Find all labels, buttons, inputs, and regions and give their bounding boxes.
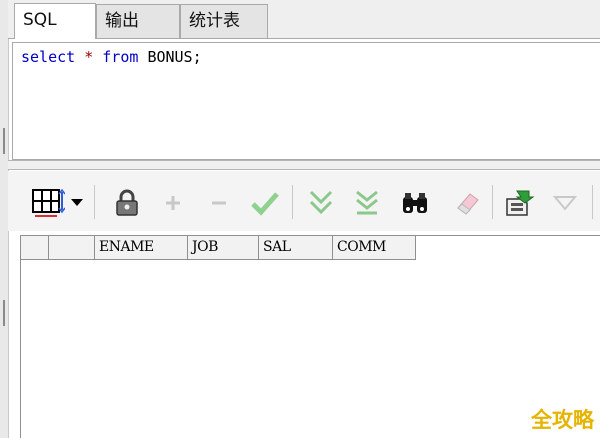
- dropdown-arrow-icon[interactable]: [70, 189, 84, 217]
- sql-editor[interactable]: select * from BONUS;: [12, 42, 600, 160]
- toolbar-separator: [492, 185, 493, 219]
- grid-rownum-column: [49, 236, 95, 260]
- tab-output[interactable]: 输出: [96, 4, 180, 38]
- toolbar-separator: [592, 185, 593, 219]
- keyword-from: from: [102, 48, 139, 66]
- column-header-label: COMM: [337, 239, 386, 255]
- keyword-select: select: [21, 48, 76, 66]
- pane-splitter[interactable]: [8, 160, 600, 170]
- left-strip-marker: [3, 300, 5, 326]
- column-header-job[interactable]: JOB: [188, 236, 259, 260]
- sql-statement: select * from BONUS;: [21, 48, 202, 66]
- star-operator: *: [84, 48, 94, 66]
- tab-statistics[interactable]: 统计表: [180, 4, 268, 38]
- column-header-comm[interactable]: COMM: [333, 236, 416, 260]
- grid-indicator-column: [21, 236, 49, 260]
- column-header-sal[interactable]: SAL: [259, 236, 333, 260]
- post-changes-icon[interactable]: [248, 189, 282, 217]
- result-grid[interactable]: ENAME JOB SAL COMM: [20, 235, 600, 438]
- add-record-icon[interactable]: [158, 189, 188, 217]
- tab-sql[interactable]: SQL: [14, 3, 96, 39]
- filter-clear-icon[interactable]: [352, 189, 382, 217]
- export-icon[interactable]: [502, 189, 536, 217]
- column-header-ename[interactable]: ENAME: [95, 236, 188, 260]
- column-header-label: JOB: [192, 239, 218, 255]
- toolbar-separator: [94, 185, 95, 219]
- left-strip-marker: [3, 128, 5, 154]
- find-binoculars-icon[interactable]: [400, 189, 430, 217]
- column-header-label: SAL: [263, 239, 291, 255]
- result-toolbar: [8, 171, 600, 231]
- watermark-logo: 全攻略: [531, 408, 594, 432]
- lock-icon[interactable]: [112, 189, 142, 217]
- grid-layout-icon[interactable]: [30, 188, 66, 217]
- editor-tab-bar: SQL 输出 统计表: [8, 0, 600, 39]
- triangle-down-icon[interactable]: [550, 189, 580, 217]
- table-name: BONUS;: [147, 48, 202, 66]
- clear-eraser-icon[interactable]: [452, 189, 482, 217]
- delete-record-icon[interactable]: [204, 189, 234, 217]
- filter-down-icon[interactable]: [306, 189, 336, 217]
- toolbar-separator: [292, 185, 293, 219]
- column-header-label: ENAME: [99, 239, 154, 255]
